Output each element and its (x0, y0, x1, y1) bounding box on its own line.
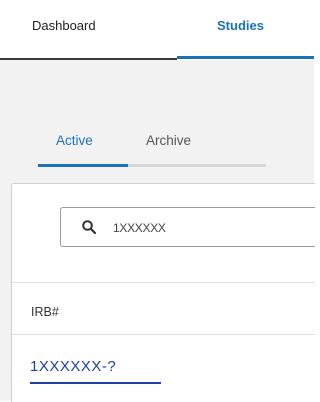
search-input[interactable] (111, 216, 315, 240)
tab-active-indicator (38, 164, 128, 167)
nav-item-dashboard[interactable]: Dashboard (32, 18, 96, 33)
studies-panel: IRB# 1XXXXXX-? (11, 183, 315, 402)
nav-item-studies[interactable]: Studies (217, 18, 264, 33)
search-icon (81, 219, 97, 235)
header-divider-bottom (12, 334, 315, 335)
top-navigation: Dashboard Studies (0, 0, 314, 60)
header-divider-top (12, 282, 315, 283)
tabs-rail (38, 164, 266, 167)
nav-active-indicator (177, 56, 314, 59)
search-box[interactable] (60, 207, 315, 247)
column-header-irb: IRB# (31, 305, 59, 319)
irb-link-underline (30, 382, 161, 384)
irb-link[interactable]: 1XXXXXX-? (30, 358, 116, 375)
tab-archive[interactable]: Archive (146, 133, 191, 148)
tab-active[interactable]: Active (56, 133, 93, 148)
